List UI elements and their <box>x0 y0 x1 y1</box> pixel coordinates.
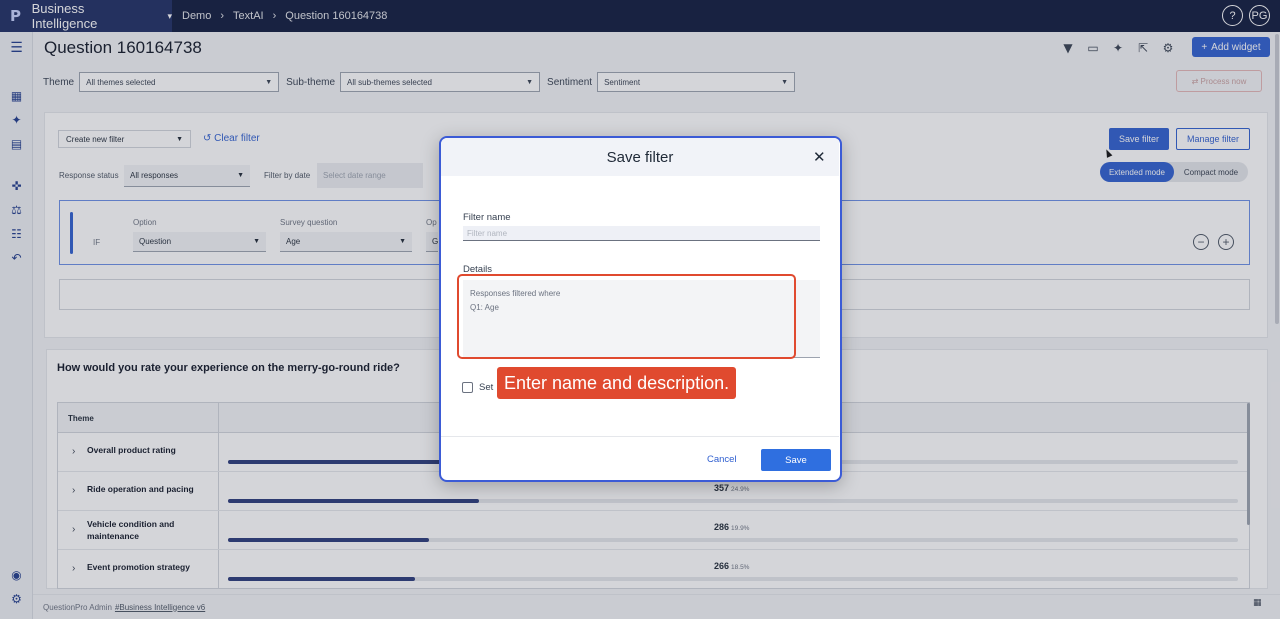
checkbox-label: Set <box>479 382 494 393</box>
set-default-checkbox[interactable] <box>462 382 473 393</box>
instruction-callout: Enter name and description. <box>497 367 737 399</box>
details-highlight-box <box>457 274 796 359</box>
dialog-title: Save filter <box>606 149 674 166</box>
filter-name-input[interactable] <box>463 226 820 241</box>
save-button[interactable]: Save <box>761 449 831 471</box>
filter-name-label: Filter name <box>463 212 511 223</box>
save-filter-dialog: Save filter ✕ Filter name Details Respon… <box>439 136 842 482</box>
dialog-footer-divider <box>441 436 839 437</box>
close-icon[interactable]: ✕ <box>813 148 826 166</box>
cancel-button[interactable]: Cancel <box>707 454 737 465</box>
